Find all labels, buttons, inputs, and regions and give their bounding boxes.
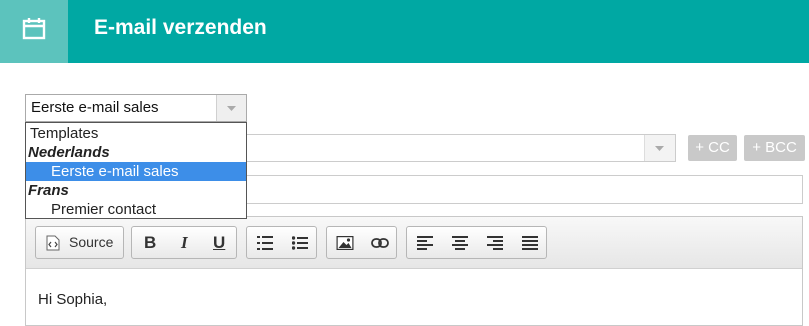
align-center-icon [451, 235, 468, 250]
email-body-text[interactable]: Hi Sophia, [38, 291, 107, 308]
italic-button[interactable]: I [167, 227, 202, 258]
toolbar-group-insert [326, 226, 397, 259]
dropdown-option[interactable]: Eerste e-mail sales [26, 162, 246, 181]
subject-input[interactable] [227, 175, 803, 204]
underline-button[interactable]: U [202, 227, 237, 258]
numbered-list-icon [256, 235, 273, 250]
editor-toolbar: Source B I U [26, 217, 802, 269]
bold-icon: B [144, 233, 157, 252]
chevron-down-icon [227, 106, 236, 111]
underline-icon: U [213, 233, 226, 252]
add-cc-button[interactable]: + CC [688, 135, 737, 161]
source-label: Source [69, 234, 114, 250]
template-dropdown-list: Templates Nederlands Eerste e-mail sales… [25, 122, 247, 219]
bold-button[interactable]: B [132, 227, 167, 258]
justify-icon [521, 235, 538, 250]
template-select-value: Eerste e-mail sales [31, 99, 159, 116]
toolbar-group-format: B I U [131, 226, 237, 259]
image-icon [336, 235, 353, 250]
toolbar-group-source: Source [35, 226, 124, 259]
add-bcc-button[interactable]: + BCC [744, 135, 805, 161]
bullet-list-button[interactable] [282, 227, 317, 258]
recipient-select-toggle[interactable] [644, 135, 675, 161]
template-select-toggle[interactable] [216, 95, 246, 121]
dropdown-option[interactable]: Premier contact [26, 200, 246, 219]
page-title: E-mail verzenden [94, 16, 267, 39]
source-icon [46, 235, 60, 250]
dropdown-group-label: Nederlands [28, 144, 110, 161]
numbered-list-button[interactable] [247, 227, 282, 258]
calendar-icon [22, 18, 46, 40]
link-icon [370, 237, 389, 248]
toolbar-group-align [406, 226, 547, 259]
align-left-icon [416, 235, 433, 250]
page-header: E-mail verzenden [0, 0, 809, 63]
link-button[interactable] [362, 227, 397, 258]
align-center-button[interactable] [442, 227, 477, 258]
dropdown-group-label: Frans [28, 182, 69, 199]
align-right-icon [486, 235, 503, 250]
template-select[interactable]: Eerste e-mail sales [25, 94, 247, 122]
italic-icon: I [181, 233, 188, 252]
align-left-button[interactable] [407, 227, 442, 258]
dropdown-header: Templates [30, 125, 99, 142]
bullet-list-icon [291, 235, 308, 250]
align-right-button[interactable] [477, 227, 512, 258]
chevron-down-icon [655, 146, 664, 151]
recipient-select[interactable] [227, 134, 676, 162]
justify-button[interactable] [512, 227, 547, 258]
source-button[interactable]: Source [36, 227, 123, 258]
toolbar-group-lists [246, 226, 317, 259]
image-button[interactable] [327, 227, 362, 258]
email-editor[interactable]: Source B I U Hi Sophia, [25, 216, 803, 326]
header-icon-box [0, 0, 68, 63]
